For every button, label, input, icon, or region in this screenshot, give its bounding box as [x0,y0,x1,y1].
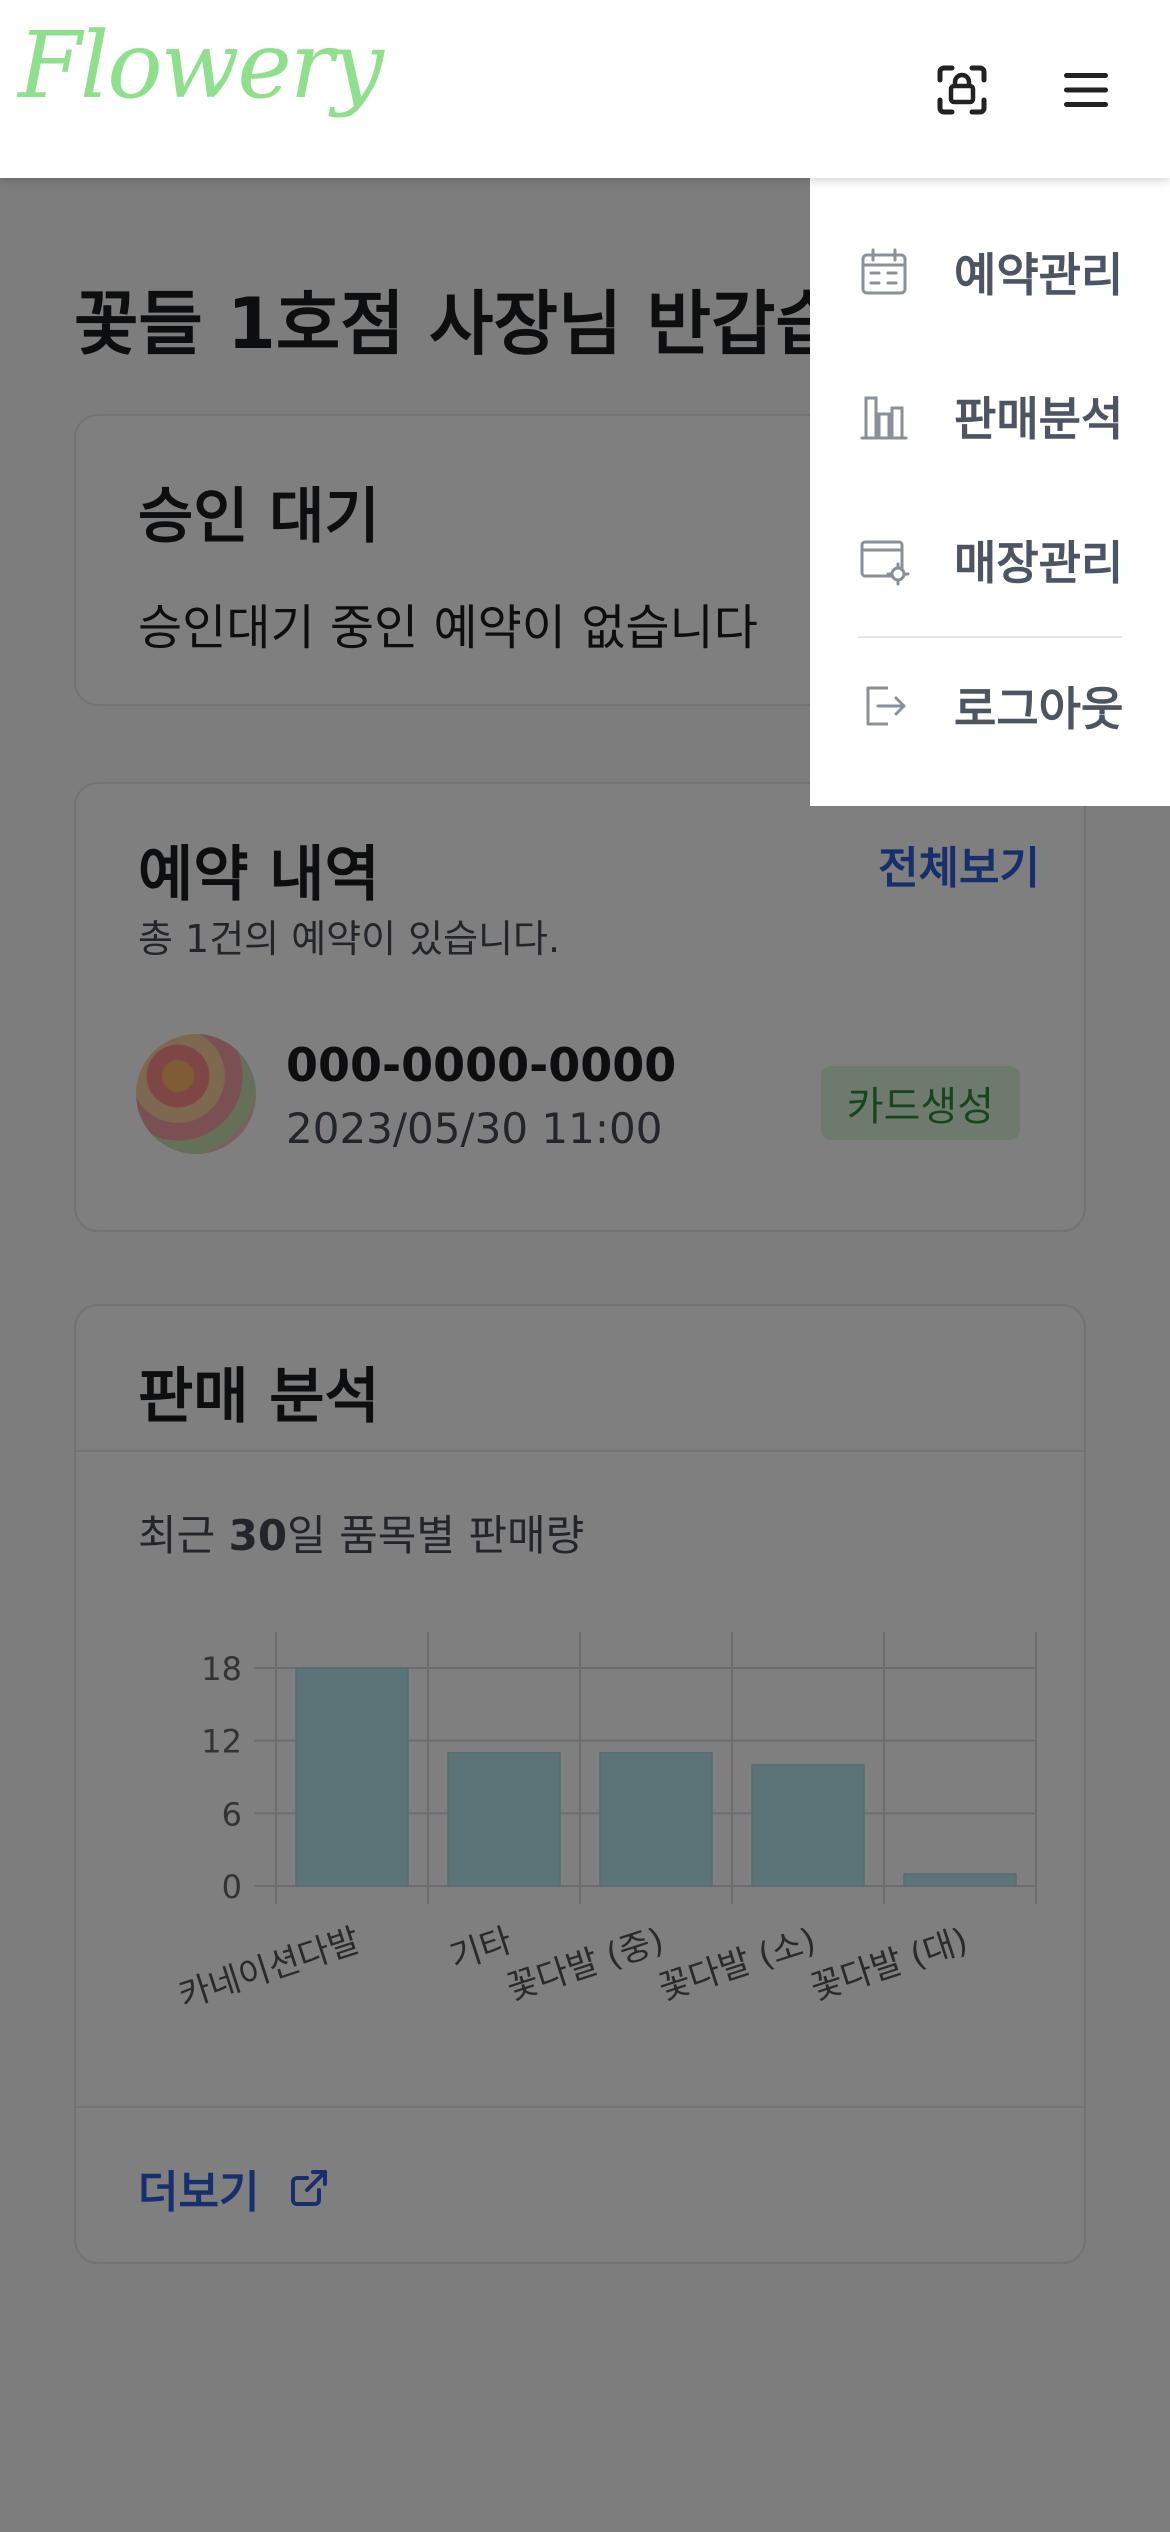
scan-button[interactable] [924,52,1000,128]
menu-item-store-management[interactable]: 매장관리 [858,520,1158,600]
app-header: Flowery [0,0,1170,178]
menu-divider [858,636,1122,638]
store-settings-icon [860,540,910,586]
calendar-icon [861,248,907,295]
menu-item-label: 판매분석 [954,392,1124,446]
menu-item-label: 로그아웃 [954,682,1124,736]
menu-item-reservations[interactable]: 예약관리 [858,232,1158,312]
menu-item-logout[interactable]: 로그아웃 [858,666,1158,746]
menu-item-label: 매장관리 [954,536,1124,590]
menu-button[interactable] [1048,52,1124,128]
hamburger-menu-icon [1064,73,1108,107]
app-logo[interactable]: Flowery [18,20,384,112]
nav-dropdown-menu: 예약관리 판매분석 매장관리 로그아웃 [810,178,1170,806]
bar-chart-icon [860,396,908,440]
scan-icon [937,65,987,115]
logout-icon [866,686,906,726]
menu-item-sales-analysis[interactable]: 판매분석 [858,376,1158,456]
menu-item-label: 예약관리 [954,248,1124,302]
